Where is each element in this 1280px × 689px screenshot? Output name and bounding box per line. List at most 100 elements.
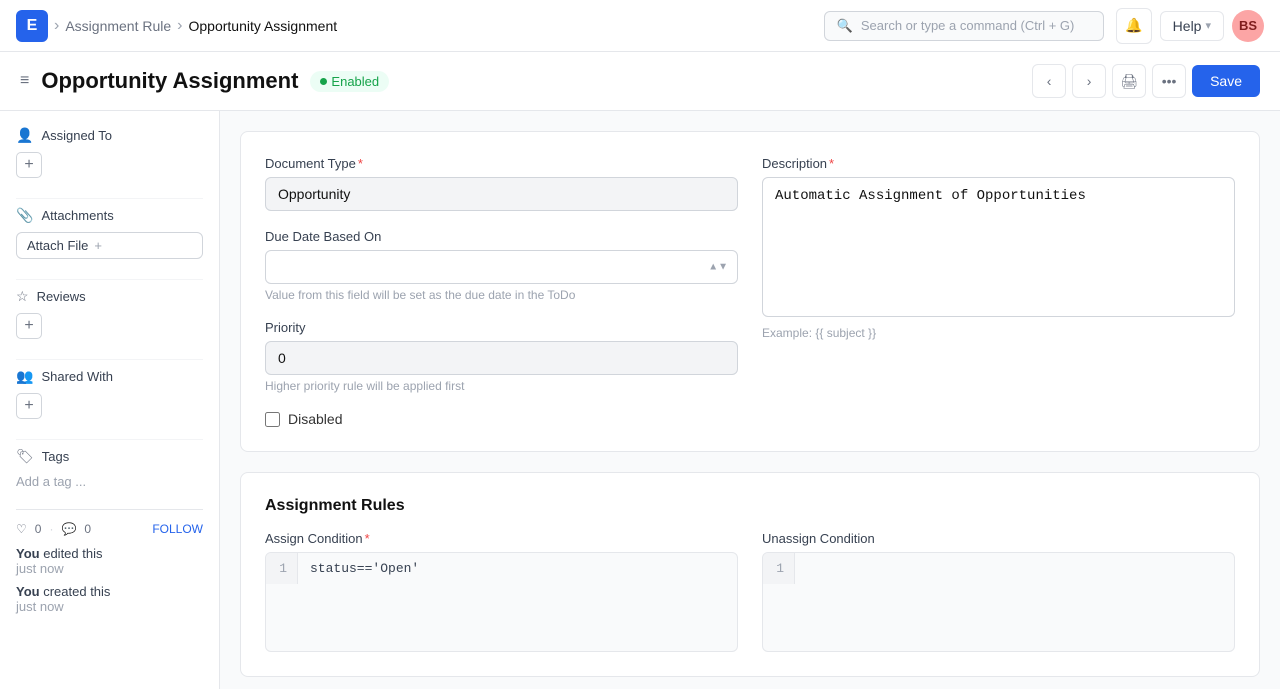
prev-button[interactable]: ‹ bbox=[1032, 64, 1066, 98]
search-bar[interactable]: 🔍 Search or type a command (Ctrl + G) bbox=[824, 11, 1104, 41]
shared-with-icon: 👥 bbox=[16, 368, 33, 385]
attach-file-label: Attach File bbox=[27, 238, 88, 253]
notification-bell[interactable]: 🔔 bbox=[1116, 8, 1152, 44]
shared-with-section: 👥 Shared With + bbox=[16, 368, 203, 419]
document-type-label: Document Type * bbox=[265, 156, 738, 171]
due-date-hint: Value from this field will be set as the… bbox=[265, 288, 738, 302]
disabled-checkbox[interactable] bbox=[265, 412, 280, 427]
activity-1-action: edited this bbox=[43, 546, 102, 561]
comments-count: 0 bbox=[84, 522, 91, 536]
priority-label: Priority bbox=[265, 320, 738, 335]
document-type-group: Document Type * Opportunity bbox=[265, 156, 738, 211]
add-tag-button[interactable]: Add a tag ... bbox=[16, 474, 86, 489]
document-type-input[interactable]: Opportunity bbox=[265, 177, 738, 211]
add-shared-with-button[interactable]: + bbox=[16, 393, 42, 419]
next-button[interactable]: › bbox=[1072, 64, 1106, 98]
print-button[interactable]: 🖨 bbox=[1112, 64, 1146, 98]
shared-with-label: Shared With bbox=[41, 369, 113, 384]
breadcrumb-assignment-rule[interactable]: Assignment Rule bbox=[65, 18, 171, 34]
attachments-header: 📎 Attachments bbox=[16, 207, 203, 224]
example-text: Example: {{ subject }} bbox=[762, 326, 1235, 340]
tags-icon: 🏷 bbox=[16, 448, 34, 465]
due-date-input[interactable] bbox=[265, 250, 738, 284]
required-marker: * bbox=[358, 156, 363, 171]
conditions-row: Assign Condition * 1 status=='Open' Unas… bbox=[265, 531, 1235, 652]
due-date-label: Due Date Based On bbox=[265, 229, 738, 244]
description-textarea[interactable]: Automatic Assignment of Opportunities bbox=[762, 177, 1235, 317]
breadcrumb-sep-2: › bbox=[177, 17, 182, 35]
priority-hint: Higher priority rule will be applied fir… bbox=[265, 379, 738, 393]
likes-count: 0 bbox=[35, 522, 42, 536]
divider-4 bbox=[16, 439, 203, 440]
main-layout: 👤 Assigned To + 📎 Attachments Attach Fil… bbox=[0, 111, 1280, 689]
assignment-rules-card: Assignment Rules Assign Condition * 1 st… bbox=[240, 472, 1260, 677]
save-button[interactable]: Save bbox=[1192, 65, 1260, 97]
assign-required-marker: * bbox=[365, 531, 370, 546]
attachments-label: Attachments bbox=[41, 208, 113, 223]
reviews-label: Reviews bbox=[37, 289, 86, 304]
attach-file-button[interactable]: Attach File + bbox=[16, 232, 203, 259]
assignment-rules-title: Assignment Rules bbox=[265, 497, 1235, 515]
shared-with-header: 👥 Shared With bbox=[16, 368, 203, 385]
assign-code-line-1: 1 status=='Open' bbox=[266, 553, 737, 584]
due-date-group: Due Date Based On ▲▼ Value from this fie… bbox=[265, 229, 738, 302]
activity-2-time: just now bbox=[16, 599, 64, 614]
help-button[interactable]: Help ▾ bbox=[1160, 11, 1224, 41]
divider-3 bbox=[16, 359, 203, 360]
assign-condition-editor[interactable]: 1 status=='Open' bbox=[265, 552, 738, 652]
status-dot bbox=[320, 78, 327, 85]
unassign-condition-editor[interactable]: 1 bbox=[762, 552, 1235, 652]
activity-2-action: created this bbox=[43, 584, 110, 599]
status-badge: Enabled bbox=[310, 71, 389, 92]
priority-group: Priority 0 Higher priority rule will be … bbox=[265, 320, 738, 393]
unassign-lineno-1: 1 bbox=[763, 553, 795, 584]
breadcrumb-opportunity-assignment: Opportunity Assignment bbox=[188, 18, 337, 34]
more-button[interactable]: ••• bbox=[1152, 64, 1186, 98]
tags-label: Tags bbox=[42, 449, 69, 464]
tags-header: 🏷 Tags bbox=[16, 448, 203, 465]
right-column: Description * Automatic Assignment of Op… bbox=[762, 156, 1235, 427]
disabled-row: Disabled bbox=[265, 411, 738, 427]
description-group: Description * Automatic Assignment of Op… bbox=[762, 156, 1235, 340]
app-logo[interactable]: E bbox=[16, 10, 48, 42]
assign-condition-label: Assign Condition * bbox=[265, 531, 738, 546]
assign-code-content-1: status=='Open' bbox=[298, 553, 737, 584]
menu-icon[interactable]: ≡ bbox=[20, 72, 29, 90]
add-assigned-to-button[interactable]: + bbox=[16, 152, 42, 178]
attachments-section: 📎 Attachments Attach File + bbox=[16, 207, 203, 259]
reviews-section: ☆ Reviews + bbox=[16, 288, 203, 339]
reviews-icon: ☆ bbox=[16, 288, 29, 305]
assigned-to-section: 👤 Assigned To + bbox=[16, 127, 203, 178]
page-header: ≡ Opportunity Assignment Enabled ‹ › 🖨 •… bbox=[0, 52, 1280, 111]
unassign-condition-col: Unassign Condition 1 bbox=[762, 531, 1235, 652]
avatar[interactable]: BS bbox=[1232, 10, 1264, 42]
attachments-icon: 📎 bbox=[16, 207, 33, 224]
add-review-button[interactable]: + bbox=[16, 313, 42, 339]
due-date-select-wrapper: ▲▼ bbox=[265, 250, 738, 284]
divider-1 bbox=[16, 198, 203, 199]
activity-1-time: just now bbox=[16, 561, 64, 576]
top-nav: E › Assignment Rule › Opportunity Assign… bbox=[0, 0, 1280, 52]
activity-1-name: You bbox=[16, 546, 40, 561]
status-label: Enabled bbox=[331, 74, 379, 89]
comment-icon: 💬 bbox=[61, 522, 76, 536]
description-label: Description * bbox=[762, 156, 1235, 171]
content-area: Document Type * Opportunity Due Date Bas… bbox=[220, 111, 1280, 689]
header-actions: ‹ › 🖨 ••• Save bbox=[1032, 64, 1260, 98]
assign-lineno-1: 1 bbox=[266, 553, 298, 584]
assigned-to-header: 👤 Assigned To bbox=[16, 127, 203, 144]
desc-required-marker: * bbox=[829, 156, 834, 171]
activity-2-name: You bbox=[16, 584, 40, 599]
assigned-to-label: Assigned To bbox=[41, 128, 112, 143]
attach-file-plus-icon: + bbox=[94, 238, 102, 253]
heart-icon: ♡ bbox=[16, 522, 27, 536]
breadcrumb-sep-1: › bbox=[54, 17, 59, 35]
form-row-1: Document Type * Opportunity Due Date Bas… bbox=[265, 156, 1235, 427]
unassign-condition-label: Unassign Condition bbox=[762, 531, 1235, 546]
unassign-code-line-1: 1 bbox=[763, 553, 1234, 584]
priority-input[interactable]: 0 bbox=[265, 341, 738, 375]
dot-sep: · bbox=[49, 522, 53, 536]
sidebar: 👤 Assigned To + 📎 Attachments Attach Fil… bbox=[0, 111, 220, 689]
follow-button[interactable]: FOLLOW bbox=[152, 522, 203, 536]
tags-section: 🏷 Tags Add a tag ... bbox=[16, 448, 203, 489]
